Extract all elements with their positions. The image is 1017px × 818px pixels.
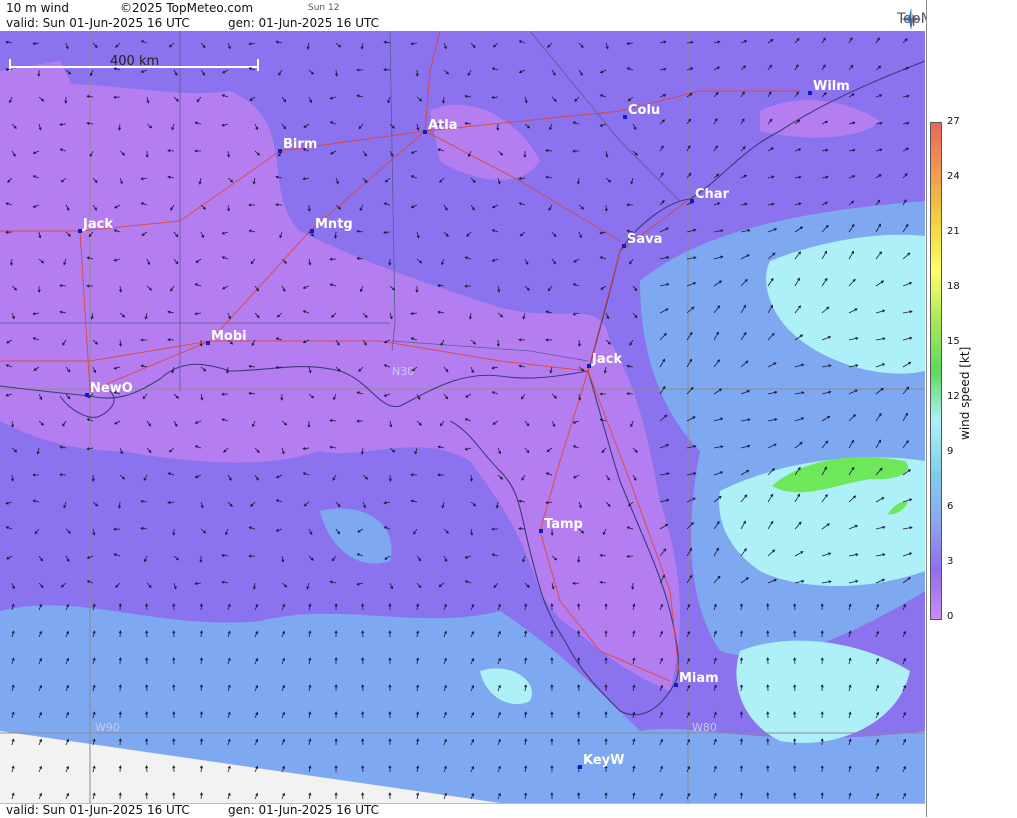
legend-tick: 9 (947, 446, 954, 457)
legend-tick: 24 (947, 171, 960, 182)
footer-gen-time: gen: 01-Jun-2025 16 UTC (228, 803, 380, 817)
city-label: Birm (283, 137, 317, 152)
city-marker (622, 244, 626, 248)
copyright: ©2025 TopMeteo.com (120, 1, 254, 15)
city-marker (539, 529, 543, 533)
legend-tick: 27 (947, 116, 960, 127)
city-marker (578, 765, 582, 769)
city-label: Atla (428, 118, 458, 133)
city-label: KeyW (583, 753, 624, 768)
legend-tick: 6 (947, 501, 954, 512)
legend-label: wind speed [kt] (958, 346, 972, 440)
color-bar (930, 122, 942, 620)
city-label: Mobi (211, 329, 247, 344)
city-marker (808, 91, 812, 95)
city-label: Sava (627, 232, 662, 247)
city-marker (206, 341, 210, 345)
city-marker (690, 199, 694, 203)
field-title: 10 m wind (6, 1, 69, 15)
city-label: Wilm (813, 79, 850, 94)
legend-tick: 3 (947, 556, 954, 567)
city-label: Char (695, 187, 730, 202)
city-label: NewO (90, 381, 133, 396)
legend-tick: 15 (947, 336, 960, 347)
lon-label-w90: W90 (95, 721, 120, 734)
city-label: Mntg (315, 217, 353, 232)
header-bar: 10 m wind ©2025 TopMeteo.com Sun 12 vali… (0, 0, 964, 32)
gen-time: gen: 01-Jun-2025 16 UTC (228, 16, 380, 30)
city-label: Tamp (544, 517, 583, 532)
valid-time: valid: Sun 01-Jun-2025 16 UTC (6, 16, 190, 30)
city-marker (278, 149, 282, 153)
city-label: Jack (591, 352, 622, 367)
city-label: Jack (82, 217, 113, 232)
legend-tick: 21 (947, 226, 960, 237)
footer-valid-time: valid: Sun 01-Jun-2025 16 UTC (6, 803, 190, 817)
panel-label: Sun 12 (308, 3, 340, 13)
legend-tick: 0 (947, 611, 954, 622)
topmeteo-logo: TopMeteo (897, 8, 964, 30)
city-marker (85, 393, 89, 397)
city-marker (423, 130, 427, 134)
city-marker (310, 229, 314, 233)
scale-label: 400 km (110, 54, 159, 69)
city-marker (78, 229, 82, 233)
legend-tick: 18 (947, 281, 960, 292)
lat-label: N30 (392, 365, 414, 378)
footer-bar: valid: Sun 01-Jun-2025 16 UTC gen: 01-Ju… (0, 803, 925, 818)
city-marker (587, 364, 591, 368)
city-label: Miam (679, 671, 719, 686)
wind-map: N30 W90 W80 400 km Wilm Colu Atla Birm Char J… (0, 31, 925, 803)
lon-label-w80: W80 (692, 721, 717, 734)
city-marker (674, 683, 678, 687)
city-marker (623, 115, 627, 119)
city-label: Colu (628, 103, 660, 118)
